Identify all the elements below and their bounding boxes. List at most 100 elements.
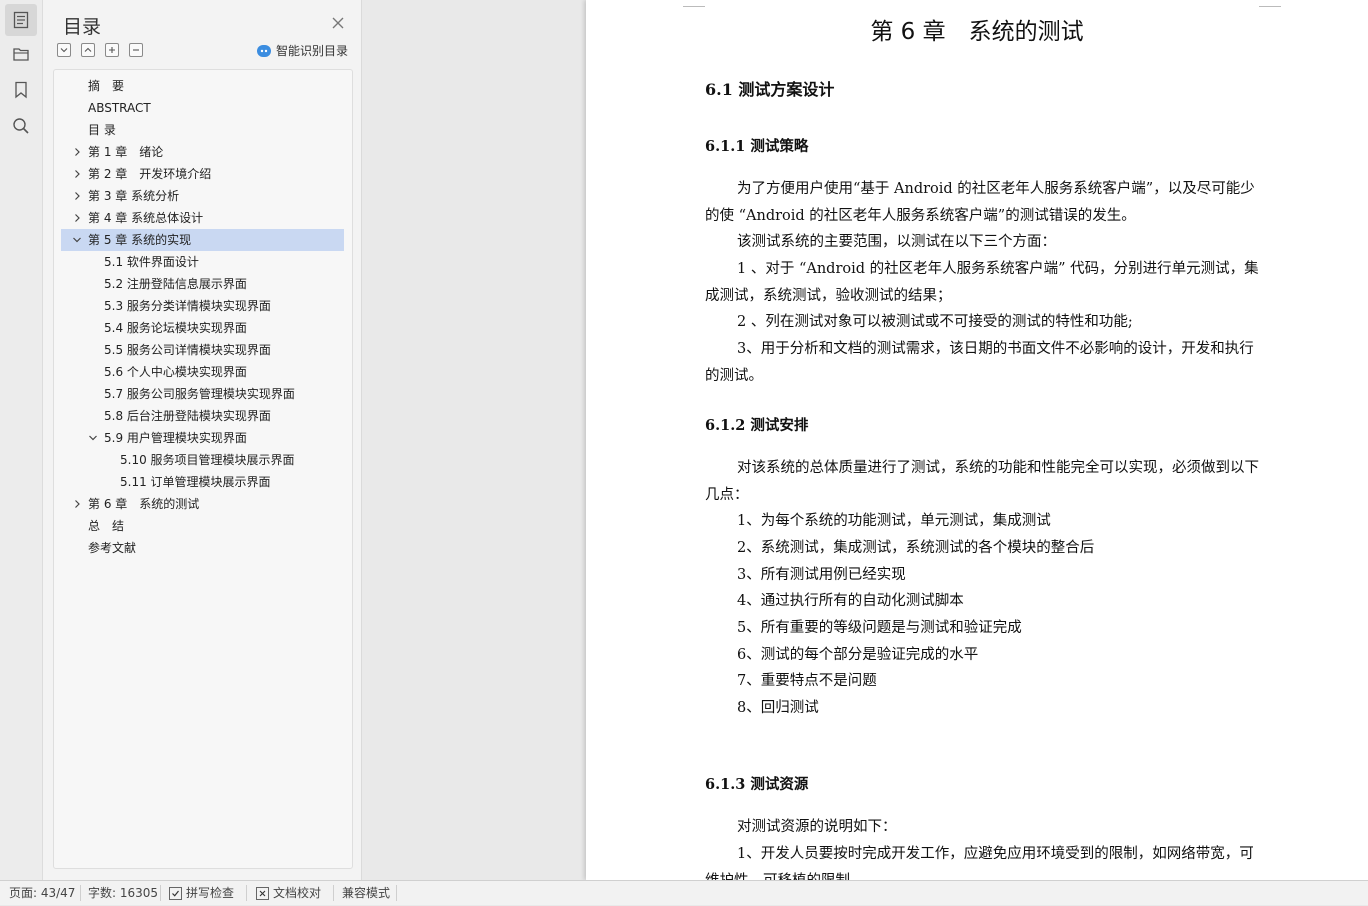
collapse-all-button[interactable] [57,43,71,57]
list-paragraph: 4、通过执行所有的自动化测试脚本 [737,593,964,609]
chevron-up-icon [84,47,92,52]
toc-item[interactable]: ABSTRACT [61,97,344,119]
section-heading-6-1-3: 6.1.3 测试资源 [705,776,809,793]
toc-item-label: 总 结 [88,519,125,533]
toc-item-label: 第 5 章 系统的实现 [88,233,192,247]
bookmark-button[interactable] [5,74,37,106]
expand-all-button[interactable] [81,43,95,57]
toc-item[interactable]: 第 2 章 开发环境介绍 [61,163,344,185]
remove-level-button[interactable] [129,43,143,57]
toc-item-label: 第 4 章 系统总体设计 [88,211,204,225]
toc-item-label: 5.4 服务论坛模块实现界面 [104,321,247,335]
toc-item-label: 第 2 章 开发环境介绍 [88,167,212,181]
page-indicator[interactable]: 页面: 43/47 [9,881,75,905]
toc-item[interactable]: 第 5 章 系统的实现 [61,229,344,251]
toc-item-label: 5.3 服务分类详情模块实现界面 [104,299,271,313]
doc-proof-button[interactable]: 文档校对 [256,881,321,905]
chevron-right-icon[interactable] [72,169,82,179]
section-heading-6-1-2: 6.1.2 测试安排 [705,417,809,434]
toc-item[interactable]: 5.9 用户管理模块实现界面 [61,427,344,449]
document-outline-icon [13,11,29,29]
search-button[interactable] [5,110,37,142]
status-divider [80,885,81,901]
plus-icon [109,47,115,53]
toc-item[interactable]: 5.6 个人中心模块实现界面 [61,361,344,383]
chevron-right-icon[interactable] [72,499,82,509]
minus-icon [133,49,139,51]
list-paragraph: 7、重要特点不是问题 [737,673,877,689]
chevron-down-icon [60,48,68,53]
toc-item-label: 目 录 [88,123,116,137]
toc-item[interactable]: 5.1 软件界面设计 [61,251,344,273]
status-divider [396,885,397,901]
spell-check-toggle[interactable]: 拼写检查 [169,881,234,905]
toc-item[interactable]: 5.2 注册登陆信息展示界面 [61,273,344,295]
ai-icon [257,44,271,57]
chevron-right-icon[interactable] [72,147,82,157]
list-paragraph: 8、回归测试 [737,700,819,716]
toc-item-label: 5.8 后台注册登陆模块实现界面 [104,409,271,423]
toc-item[interactable]: 5.8 后台注册登陆模块实现界面 [61,405,344,427]
paragraph: 2 、列在测试对象可以被测试或不可接受的测试的特性和功能; [737,314,1133,330]
chevron-right-icon[interactable] [72,191,82,201]
toc-item-label: 5.7 服务公司服务管理模块实现界面 [104,387,295,401]
paragraph: 对该系统的总体质量进行了测试，系统的功能和性能完全可以实现，必须做到以下几点： [705,460,1259,503]
word-count[interactable]: 字数: 16305 [88,881,158,905]
add-level-button[interactable] [105,43,119,57]
status-divider [246,885,247,901]
paragraph: 1、开发人员要按时完成开发工作，应避免应用环境受到的限制，如网络带宽，可维护性，… [705,846,1254,880]
document-page[interactable]: 第 6 章 系统的测试 6.1 测试方案设计 6.1.1 测试策略 为了方便用户… [586,0,1368,880]
toc-item-label: 第 6 章 系统的测试 [88,497,200,511]
toc-item[interactable]: 总 结 [61,515,344,537]
toc-item[interactable]: 第 6 章 系统的测试 [61,493,344,515]
section-heading-6-1: 6.1 测试方案设计 [705,80,835,99]
list-paragraph: 1、为每个系统的功能测试，单元测试，集成测试 [737,513,1051,529]
doc-proof-label: 文档校对 [273,886,322,900]
toc-panel-title: 目录 [63,16,102,38]
toc-item[interactable]: 第 4 章 系统总体设计 [61,207,344,229]
toc-list: 摘 要 ABSTRACT 目 录第 1 章 绪论第 2 章 开发环境介绍第 3 章 … [53,69,353,869]
toc-item[interactable]: 第 1 章 绪论 [61,141,344,163]
nav-pane-button[interactable] [5,38,37,70]
smart-toc-label: 智能识别目录 [276,44,349,58]
toc-view-button[interactable] [5,4,37,36]
search-icon [13,118,29,134]
toc-item[interactable]: 5.10 服务项目管理模块展示界面 [61,449,344,471]
toc-item[interactable]: 第 3 章 系统分析 [61,185,344,207]
toc-item-label: 5.6 个人中心模块实现界面 [104,365,247,379]
toc-item-label: 第 1 章 绪论 [88,145,164,159]
status-divider [333,885,334,901]
status-bar: 页面: 43/47 字数: 16305 拼写检查 文档校对 兼容模式 [0,880,1368,905]
left-icon-rail [0,0,43,880]
proof-icon [256,886,269,900]
toc-item[interactable]: 目 录 [61,119,344,141]
paragraph: 该测试系统的主要范围，以测试在以下三个方面： [737,234,1056,250]
toc-item[interactable]: 5.7 服务公司服务管理模块实现界面 [61,383,344,405]
list-paragraph: 3、所有测试用例已经实现 [737,567,906,583]
toc-toolbar [57,43,143,57]
bookmark-icon [15,81,27,99]
toc-item-label: ABSTRACT [88,101,151,115]
chapter-heading: 第 6 章 系统的测试 [870,19,1084,45]
smart-toc-button[interactable]: 智能识别目录 [257,42,348,59]
toc-item[interactable]: 参考文献 [61,537,344,559]
toc-item[interactable]: 5.4 服务论坛模块实现界面 [61,317,344,339]
spell-check-label: 拼写检查 [186,886,235,900]
toc-item[interactable]: 5.3 服务分类详情模块实现界面 [61,295,344,317]
toc-item-label: 第 3 章 系统分析 [88,189,180,203]
toc-panel: 目录 智能识别目录 摘 要 ABSTRACT 目 录第 1 章 绪论第 2 章 开发… [43,0,362,880]
toc-item-label: 5.2 注册登陆信息展示界面 [104,277,247,291]
paragraph: 3、用于分析和文档的测试需求，该日期的书面文件不必影响的设计，开发和执行的测试。 [705,341,1254,384]
chevron-down-icon[interactable] [72,235,82,245]
chevron-down-icon[interactable] [88,433,98,443]
toc-item[interactable]: 摘 要 [61,75,344,97]
toc-item-label: 5.9 用户管理模块实现界面 [104,431,247,445]
list-paragraph: 6、测试的每个部分是验证完成的水平 [737,647,979,663]
toc-item-label: 5.10 服务项目管理模块展示界面 [120,453,295,467]
toc-item[interactable]: 5.11 订单管理模块展示界面 [61,471,344,493]
chevron-right-icon[interactable] [72,213,82,223]
toc-item-label: 参考文献 [88,541,137,555]
toc-item-label: 5.1 软件界面设计 [104,255,199,269]
toc-item[interactable]: 5.5 服务公司详情模块实现界面 [61,339,344,361]
close-icon[interactable] [330,15,346,31]
